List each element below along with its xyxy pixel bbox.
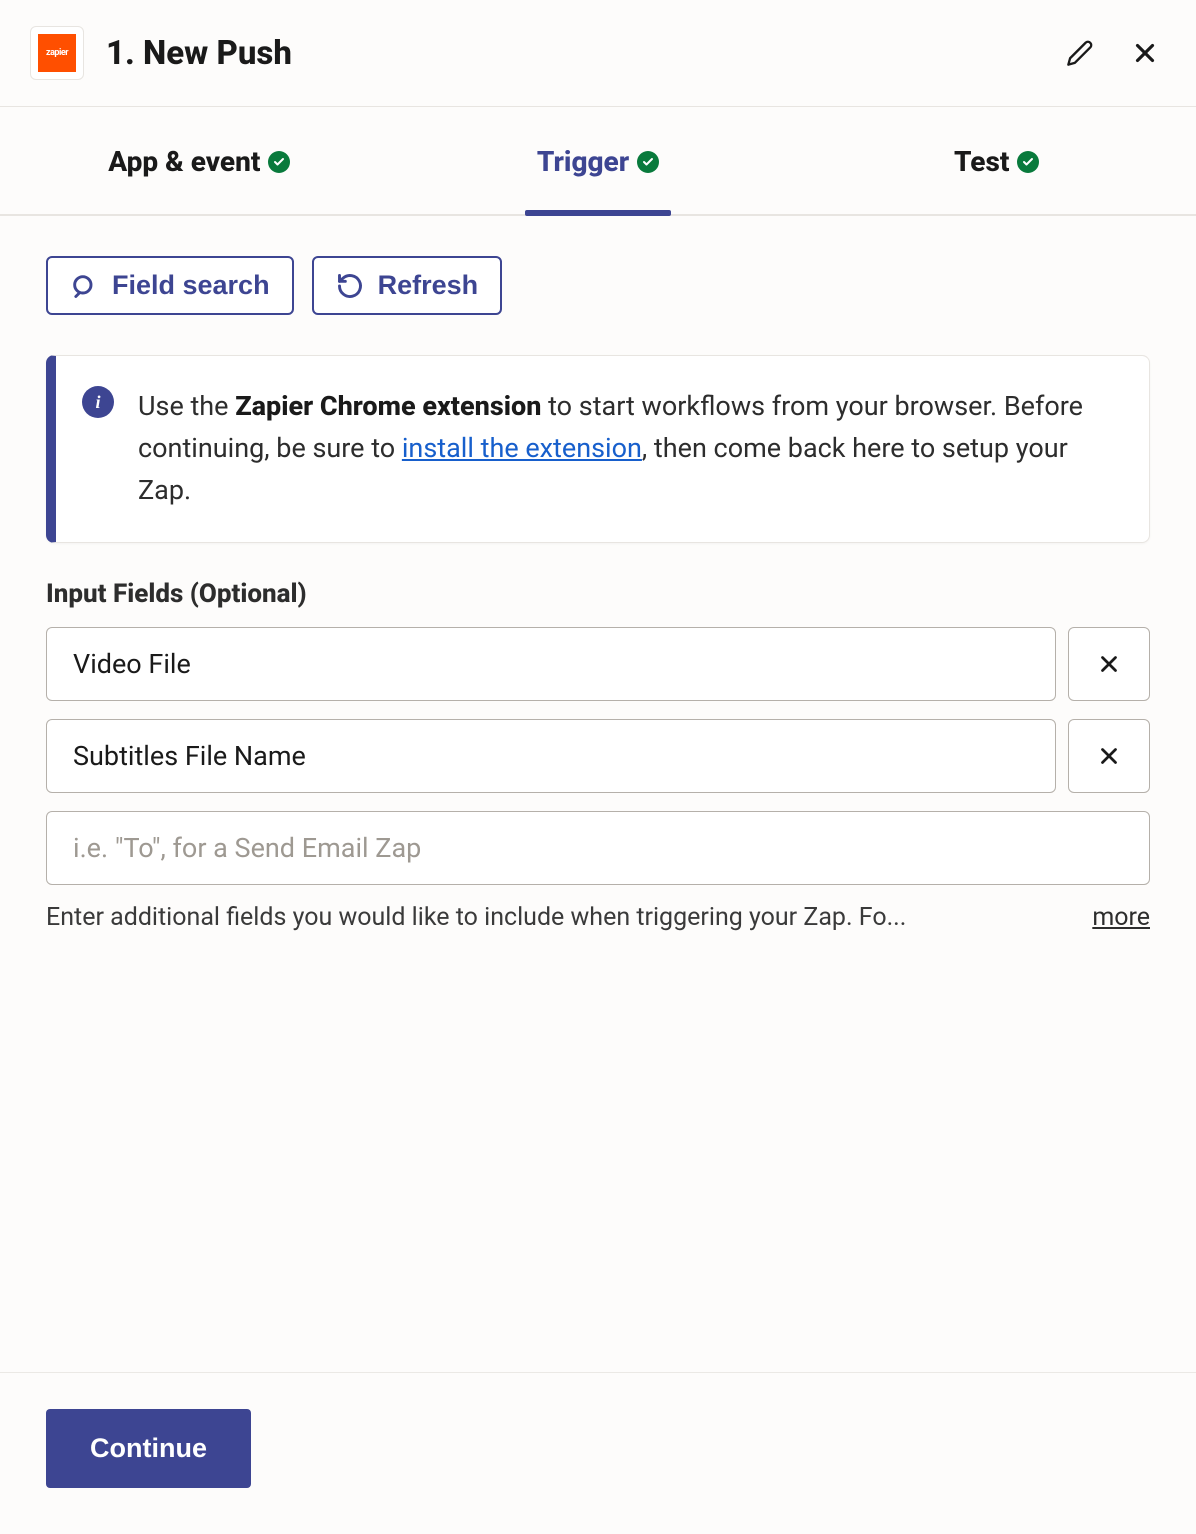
- info-icon-wrap: i: [82, 386, 114, 512]
- remove-field-button[interactable]: [1068, 719, 1150, 793]
- info-icon: i: [82, 386, 114, 418]
- close-icon: [1096, 651, 1122, 677]
- tab-test[interactable]: Test: [797, 107, 1196, 214]
- refresh-button[interactable]: Refresh: [312, 256, 503, 315]
- field-search-button[interactable]: Field search: [46, 256, 294, 315]
- tab-label: Test: [954, 145, 1009, 178]
- panel-header: zapier 1. New Push: [0, 0, 1196, 107]
- refresh-icon: [336, 272, 364, 300]
- input-field-1[interactable]: [46, 719, 1056, 793]
- info-text-pre: Use the: [138, 390, 235, 422]
- check-icon: [268, 151, 290, 173]
- remove-field-button[interactable]: [1068, 627, 1150, 701]
- header-actions: [1060, 32, 1166, 74]
- close-button[interactable]: [1124, 32, 1166, 74]
- more-link[interactable]: more: [1092, 903, 1150, 932]
- edit-button[interactable]: [1060, 33, 1100, 73]
- tab-label: App & event: [108, 145, 260, 178]
- step-title: 1. New Push: [106, 34, 292, 73]
- helper-row: Enter additional fields you would like t…: [46, 903, 1150, 932]
- tab-label: Trigger: [537, 145, 629, 178]
- info-text-bold: Zapier Chrome extension: [235, 390, 541, 422]
- zapier-logo-icon: zapier: [38, 34, 76, 72]
- info-banner: i Use the Zapier Chrome extension to sta…: [46, 355, 1150, 543]
- header-left: zapier 1. New Push: [30, 26, 292, 80]
- search-icon: [70, 272, 98, 300]
- tab-bar: App & event Trigger Test: [0, 107, 1196, 216]
- close-icon: [1096, 743, 1122, 769]
- tab-app-event[interactable]: App & event: [0, 107, 399, 214]
- field-row-new: [46, 811, 1150, 885]
- tab-content: Field search Refresh i Use the Zapier Ch…: [0, 216, 1196, 932]
- close-icon: [1130, 38, 1160, 68]
- helper-text: Enter additional fields you would like t…: [46, 903, 1072, 932]
- pencil-icon: [1066, 39, 1094, 67]
- app-logo: zapier: [30, 26, 84, 80]
- field-row: [46, 719, 1150, 793]
- field-row: [46, 627, 1150, 701]
- info-text: Use the Zapier Chrome extension to start…: [138, 386, 1115, 512]
- check-icon: [1017, 151, 1039, 173]
- field-search-label: Field search: [112, 270, 270, 301]
- refresh-label: Refresh: [378, 270, 479, 301]
- input-fields-label: Input Fields (Optional): [46, 579, 1150, 609]
- check-icon: [637, 151, 659, 173]
- install-extension-link[interactable]: install the extension: [402, 432, 642, 464]
- input-field-new[interactable]: [46, 811, 1150, 885]
- continue-button[interactable]: Continue: [46, 1409, 251, 1488]
- input-field-0[interactable]: [46, 627, 1056, 701]
- panel-footer: Continue: [0, 1372, 1196, 1534]
- action-buttons: Field search Refresh: [46, 256, 1150, 315]
- tab-trigger[interactable]: Trigger: [399, 107, 798, 214]
